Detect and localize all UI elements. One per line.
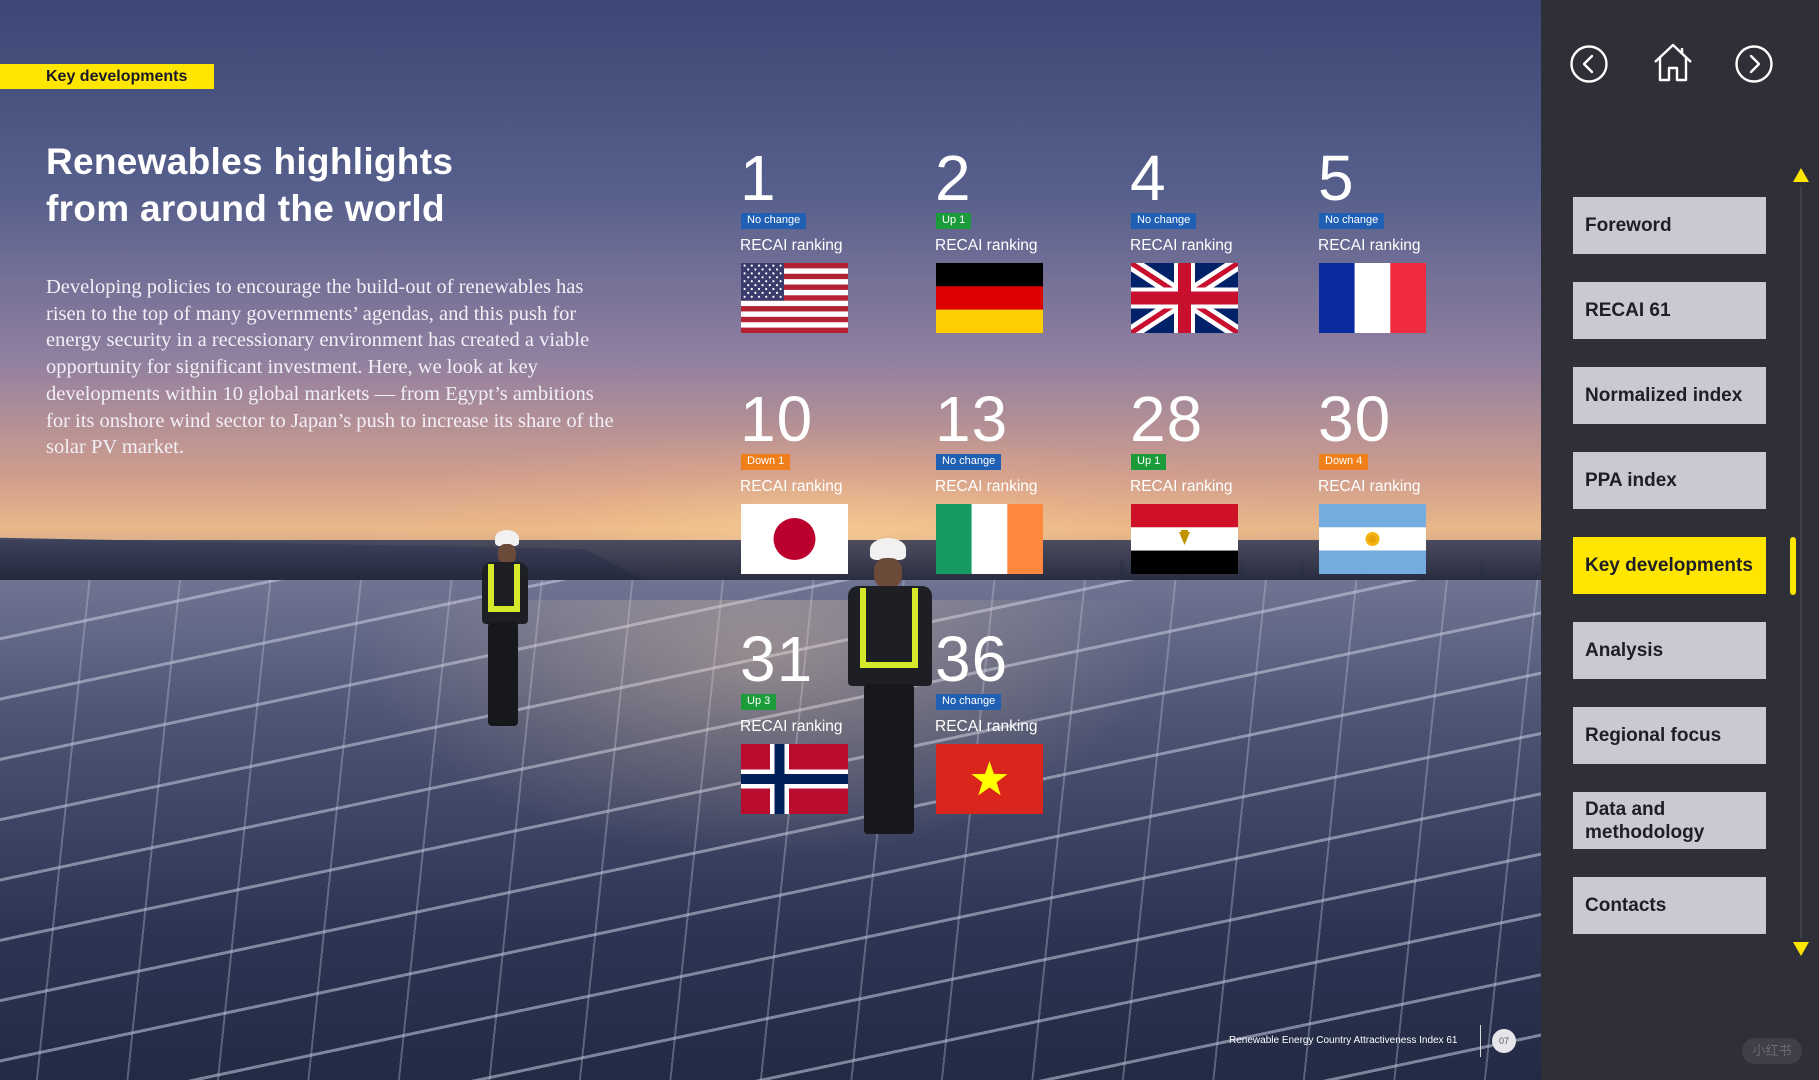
page-title: Renewables highlights from around the wo… — [46, 138, 606, 232]
rank-number: 2 — [935, 142, 972, 214]
rank-number: 30 — [1318, 383, 1392, 455]
rank-number: 4 — [1130, 142, 1167, 214]
country-card: 30 Down 4 RECAI ranking — [1318, 383, 1478, 574]
rank-number: 36 — [935, 623, 1009, 695]
usa-flag-icon — [741, 263, 848, 333]
chevron-right-circle-icon — [1735, 45, 1773, 83]
page-title-line-1: Renewables highlights — [46, 141, 454, 182]
japan-flag-icon — [741, 504, 848, 574]
rank-change-badge: No change — [1131, 213, 1197, 229]
rank-number: 13 — [935, 383, 1009, 455]
section-tag: Key developments — [0, 64, 214, 89]
nav-item-contacts[interactable]: Contacts — [1573, 877, 1766, 934]
nav-item-label: PPA index — [1585, 470, 1677, 491]
egypt-flag-icon — [1131, 504, 1238, 574]
rank-number: 5 — [1318, 142, 1355, 214]
rank-change-badge: Down 1 — [741, 454, 791, 470]
rank-change-badge: No change — [1319, 213, 1385, 229]
norway-flag-icon — [741, 744, 848, 814]
country-card: 4 No change RECAI ranking — [1130, 142, 1290, 333]
scroll-down-arrow-icon[interactable] — [1793, 942, 1809, 956]
worker-figure-left — [462, 530, 532, 730]
rank-number: 1 — [740, 142, 777, 214]
nav-item-normalized-index[interactable]: Normalized index — [1573, 367, 1766, 424]
footer-divider — [1480, 1025, 1481, 1057]
germany-flag-icon — [936, 263, 1043, 333]
rank-change-badge: Up 3 — [741, 694, 777, 710]
rank-label: RECAI ranking — [1130, 478, 1233, 495]
rank-change-badge: No change — [936, 454, 1002, 470]
rank-label: RECAI ranking — [740, 478, 843, 495]
nav-item-label: RECAI 61 — [1585, 300, 1671, 321]
ireland-flag-icon — [936, 504, 1043, 574]
nav-item-label: Contacts — [1585, 895, 1667, 916]
scrollbar-thumb[interactable] — [1790, 537, 1796, 595]
home-icon — [1654, 43, 1692, 82]
footer-report-title: Renewable Energy Country Attractiveness … — [1229, 1035, 1458, 1046]
rank-change-badge: No change — [741, 213, 807, 229]
nav-item-label: Regional focus — [1585, 725, 1722, 746]
background-photo: Key developments Renewables highlights f… — [0, 0, 1541, 1080]
country-card: 10 Down 1 RECAI ranking — [740, 383, 900, 574]
rank-label: RECAI ranking — [1130, 237, 1233, 254]
home-button[interactable] — [1651, 40, 1695, 84]
navigation-panel: Foreword RECAI 61 Normalized index PPA inde… — [1541, 0, 1819, 1080]
country-card: 13 No change RECAI ranking — [935, 383, 1095, 574]
country-card: 28 Up 1 RECAI ranking — [1130, 383, 1290, 574]
rank-number: 31 — [740, 623, 814, 695]
rank-label: RECAI ranking — [1318, 237, 1421, 254]
forward-button[interactable] — [1734, 44, 1774, 84]
back-button[interactable] — [1569, 44, 1609, 84]
page-title-line-2: from around the world — [46, 188, 445, 229]
nav-item-ppa-index[interactable]: PPA index — [1573, 452, 1766, 509]
nav-item-data-and-methodology[interactable]: Data and methodology — [1573, 792, 1766, 849]
rank-change-badge: No change — [936, 694, 1002, 710]
rank-number: 28 — [1130, 383, 1204, 455]
nav-item-key-developments[interactable]: Key developments — [1573, 537, 1766, 594]
rank-label: RECAI ranking — [1318, 478, 1421, 495]
vietnam-flag-icon — [936, 744, 1043, 814]
watermark: 小红书 — [1742, 1038, 1802, 1064]
nav-item-label: Normalized index — [1585, 385, 1743, 406]
rank-label: RECAI ranking — [740, 718, 843, 735]
page-number: 07 — [1492, 1029, 1516, 1053]
nav-item-label: Analysis — [1585, 640, 1664, 661]
nav-item-label: Foreword — [1585, 215, 1672, 236]
nav-item-analysis[interactable]: Analysis — [1573, 622, 1766, 679]
country-card: 1 No change RECAI ranking — [740, 142, 900, 333]
uk-flag-icon — [1131, 263, 1238, 333]
nav-item-label: Data and methodology — [1585, 798, 1705, 843]
argentina-flag-icon — [1319, 504, 1426, 574]
rank-change-badge: Up 1 — [936, 213, 972, 229]
rank-number: 10 — [740, 383, 814, 455]
country-card: 2 Up 1 RECAI ranking — [935, 142, 1095, 333]
rank-label: RECAI ranking — [935, 478, 1038, 495]
nav-item-recai-61[interactable]: RECAI 61 — [1573, 282, 1766, 339]
scroll-track[interactable] — [1800, 186, 1802, 938]
rank-label: RECAI ranking — [935, 718, 1038, 735]
nav-item-foreword[interactable]: Foreword — [1573, 197, 1766, 254]
rank-label: RECAI ranking — [935, 237, 1038, 254]
nav-item-regional-focus[interactable]: Regional focus — [1573, 707, 1766, 764]
country-card: 5 No change RECAI ranking — [1318, 142, 1478, 333]
country-card: 31 Up 3 RECAI ranking — [740, 623, 900, 814]
chevron-left-circle-icon — [1570, 45, 1608, 83]
nav-item-label: Key developments — [1585, 555, 1753, 576]
france-flag-icon — [1319, 263, 1426, 333]
rank-label: RECAI ranking — [740, 237, 843, 254]
rank-change-badge: Up 1 — [1131, 454, 1167, 470]
scroll-up-arrow-icon[interactable] — [1793, 168, 1809, 182]
rank-change-badge: Down 4 — [1319, 454, 1369, 470]
country-card: 36 No change RECAI ranking — [935, 623, 1095, 814]
intro-paragraph: Developing policies to encourage the bui… — [46, 276, 614, 459]
